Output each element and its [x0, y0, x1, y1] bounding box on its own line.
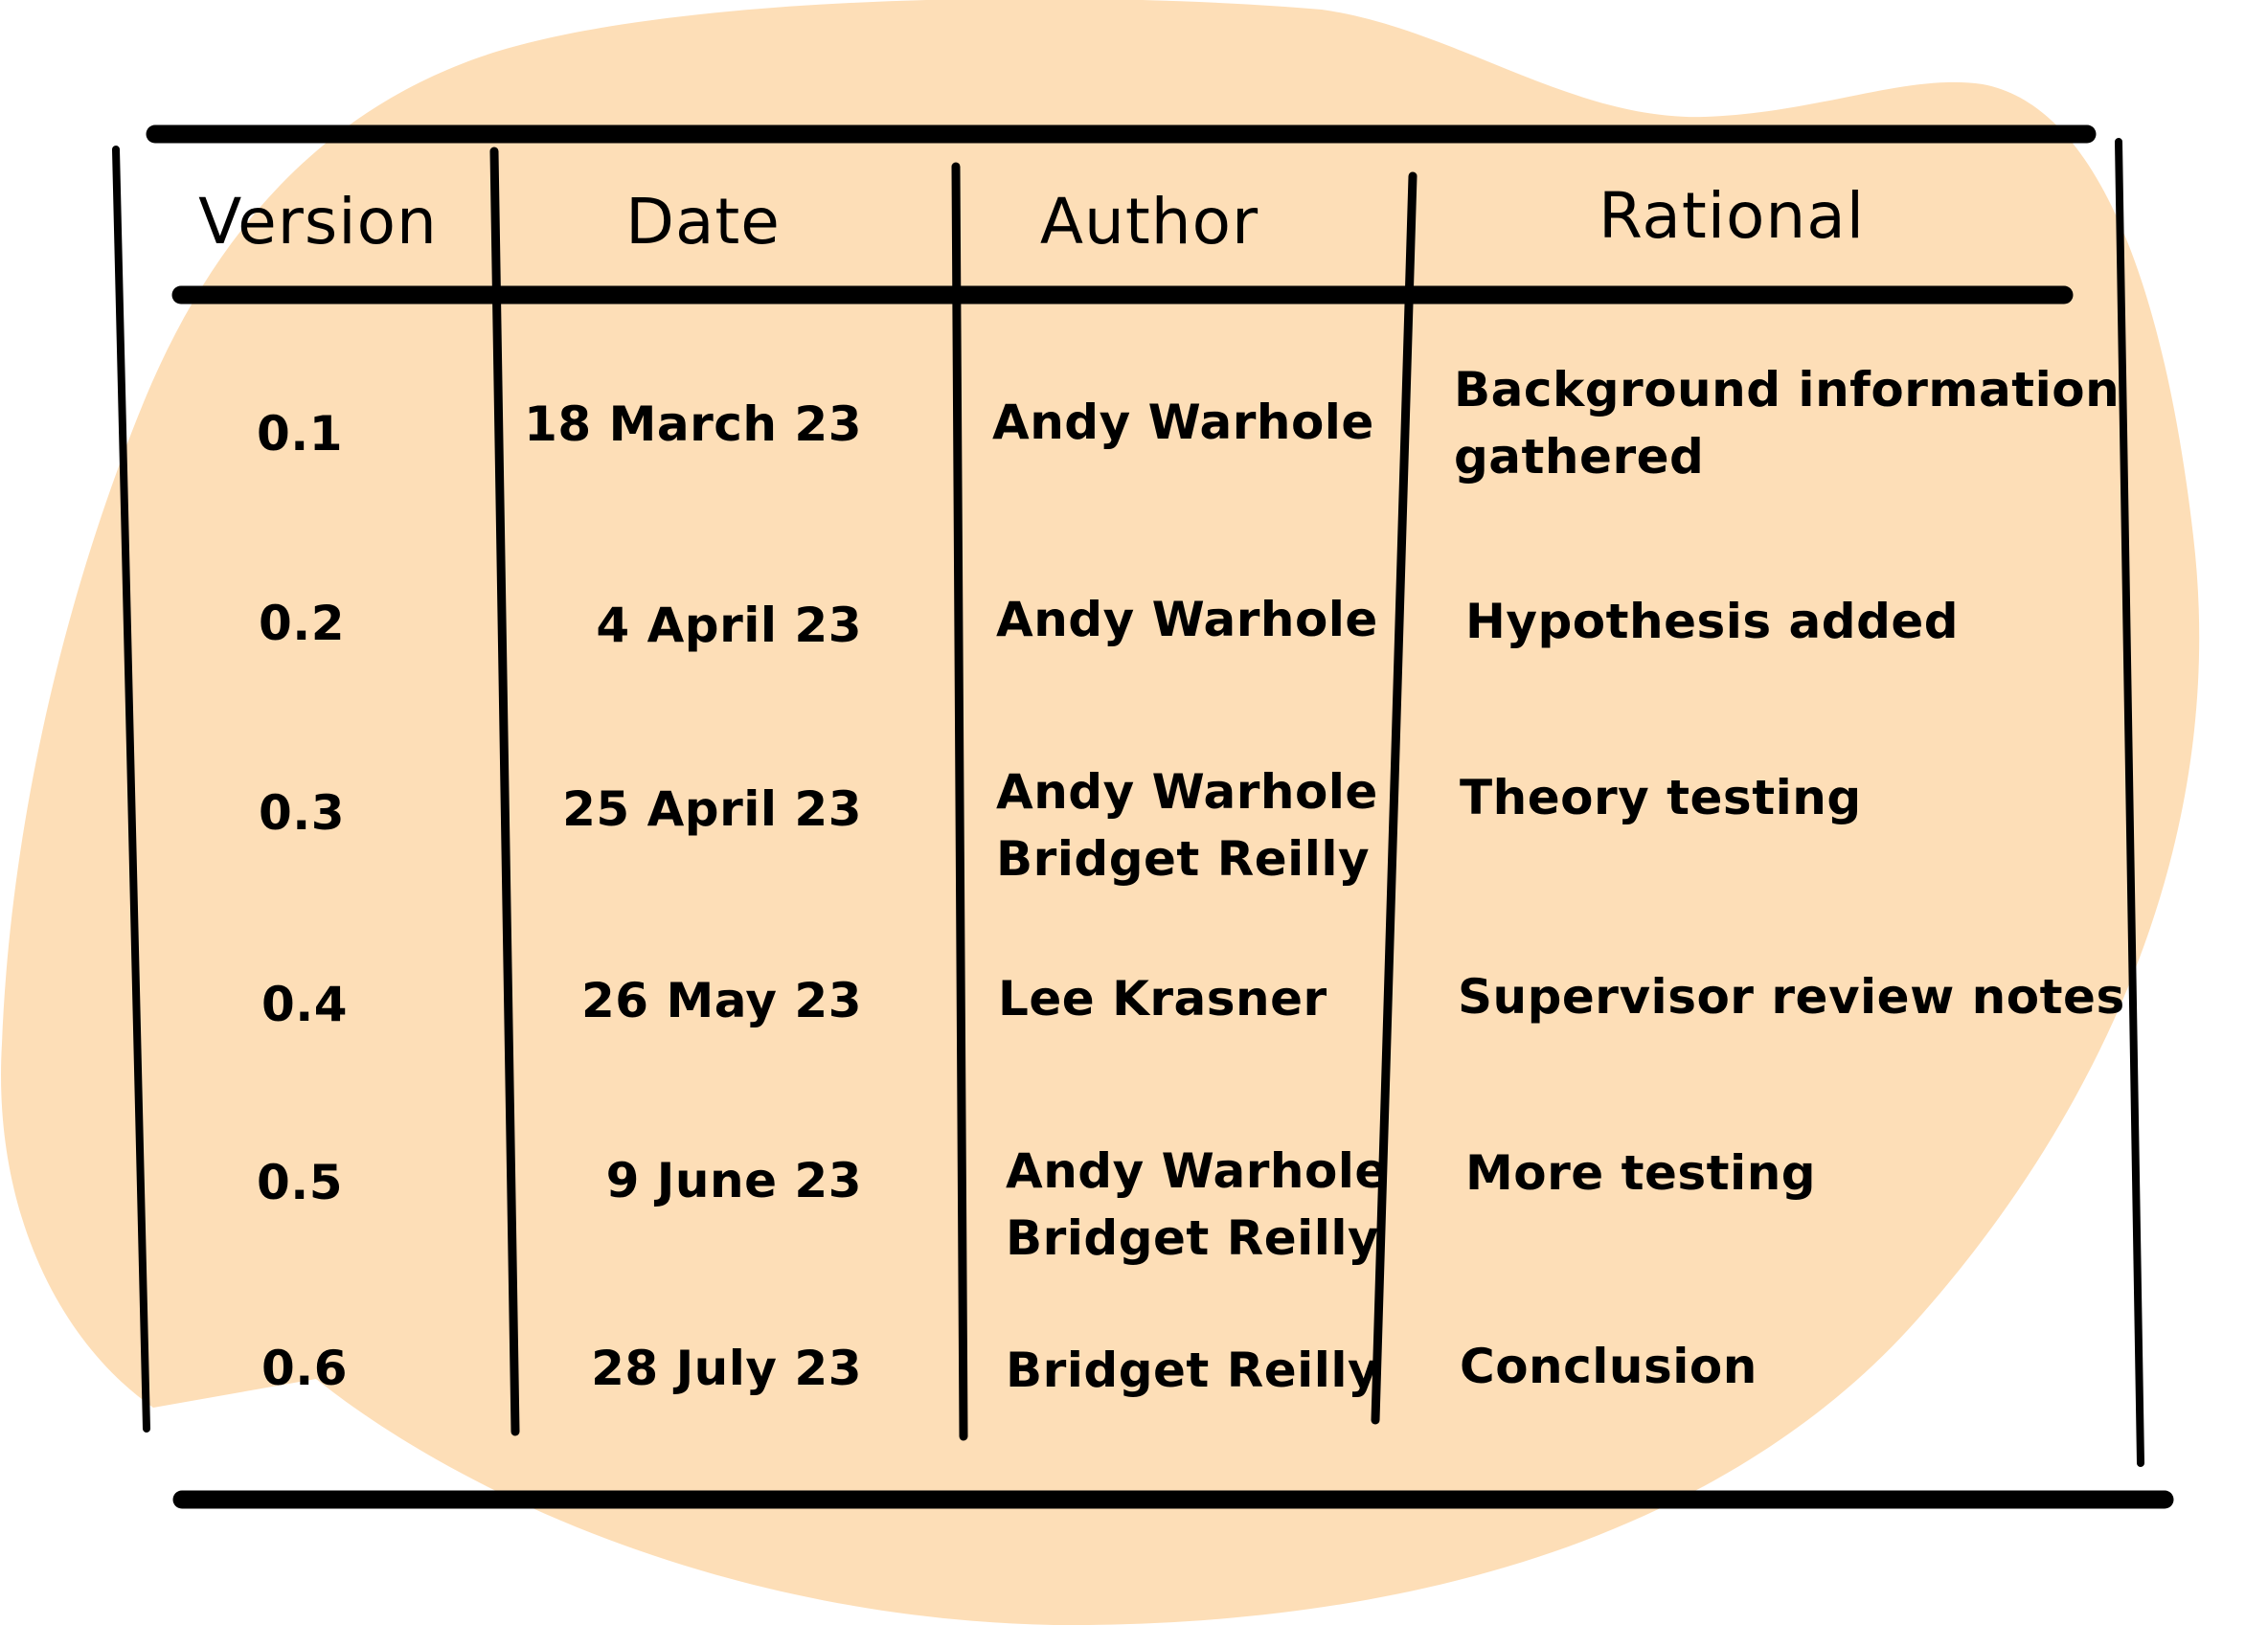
version-cell: 0.2 [259, 596, 346, 651]
header-version: Version [198, 185, 438, 259]
date-cell: 18 March 23 [524, 396, 862, 452]
date-cell: 25 April 23 [562, 781, 862, 837]
version-cell: 0.1 [257, 406, 344, 462]
rationale-cell: Hypothesis added [1465, 594, 1960, 649]
rationale-cell: Conclusion [1460, 1339, 1758, 1394]
header-author: Author [1039, 185, 1259, 259]
author-cell: Bridget Reilly [1006, 1343, 1380, 1398]
author-cell: Andy Warhole [996, 592, 1378, 647]
date-cell: 9 June 23 [605, 1153, 862, 1208]
version-cell: 0.4 [261, 977, 349, 1032]
date-cell: 28 July 23 [591, 1341, 862, 1396]
rationale-cell: Supervisor review notes [1458, 969, 2125, 1025]
header-date: Date [625, 185, 781, 259]
version-cell: 0.3 [259, 785, 346, 841]
author-cell: Andy Warhole Bridget Reilly [996, 764, 1378, 887]
rationale-cell: Theory testing [1460, 770, 1862, 825]
author-cell: Andy Warhole [992, 395, 1374, 450]
date-cell: 4 April 23 [596, 598, 862, 653]
version-cell: 0.6 [261, 1341, 349, 1396]
author-cell: Lee Krasner [998, 971, 1327, 1027]
version-cell: 0.5 [257, 1155, 344, 1210]
rationale-cell: More testing [1465, 1145, 1817, 1201]
rationale-cell: Background information gathered [1454, 362, 2121, 485]
date-cell: 26 May 23 [580, 973, 862, 1028]
header-rationale: Rational [1598, 179, 1866, 253]
author-cell: Andy Warhole Bridget Reilly [1006, 1143, 1388, 1266]
